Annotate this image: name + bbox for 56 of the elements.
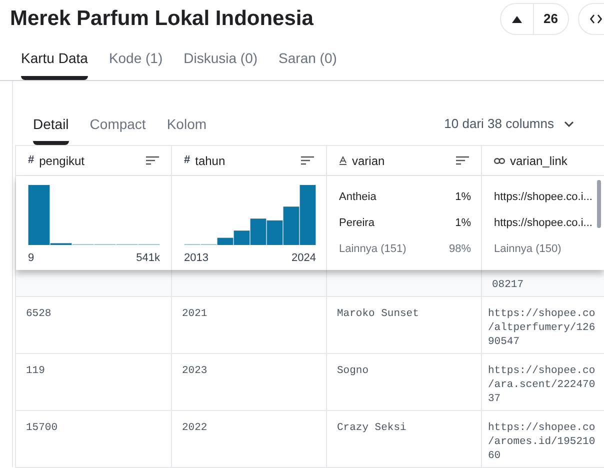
range-min: 2013 (184, 251, 208, 266)
other-values: Lainnya (151) (339, 242, 406, 257)
sort-icon[interactable] (146, 156, 159, 165)
column-name: varian (352, 152, 385, 170)
table-cell: 2021 (182, 307, 208, 321)
range-min: 9 (28, 251, 34, 266)
table-cell: 2023 (182, 364, 208, 378)
view-tab[interactable]: Detail (33, 103, 69, 145)
column-name: varian_link (510, 152, 568, 170)
category-value: https://shopee.co.i... (494, 190, 592, 205)
table-cell: https://shopee.co /altperfumery/126 90547 (488, 307, 596, 349)
table-cell: Crazy Seksi (337, 421, 406, 435)
upvote-control[interactable]: 26 (500, 3, 569, 35)
column-header[interactable]: # tahun (172, 146, 327, 175)
table-cell: 6528 (26, 307, 52, 321)
table-cell: 15700 (26, 421, 58, 435)
number-type-icon: # (184, 152, 190, 169)
table-cell: https://shopee.co /aromes.id/195210 60 (488, 421, 596, 463)
table-cell: https://shopee.co /ara.scent/222470 37 (488, 364, 596, 406)
tab[interactable]: Kode (1) (108, 36, 163, 80)
code-icon (590, 14, 602, 24)
text-type-icon (339, 156, 347, 165)
category-share: 1% (455, 216, 471, 231)
table-cell: Maroko Sunset (337, 307, 419, 321)
vote-count: 26 (542, 10, 559, 28)
view-tab[interactable]: Compact (90, 103, 146, 145)
column-header[interactable]: varian (327, 146, 482, 175)
category-share: 1% (455, 190, 471, 205)
table-cell: Sogno (337, 364, 369, 378)
other-values: Lainnya (150) (494, 242, 562, 257)
view-tab[interactable]: Kolom (166, 103, 207, 145)
sort-icon[interactable] (301, 156, 314, 165)
chevron-down-icon[interactable] (564, 121, 574, 127)
upvote-icon[interactable] (512, 16, 522, 22)
category-value: Pereira (339, 216, 374, 231)
category-value: https://shopee.co.i... (494, 216, 592, 231)
table-cell: 08217 (492, 278, 524, 292)
column-name: tahun (195, 152, 226, 170)
tab[interactable]: Kartu Data (21, 36, 88, 80)
table-cell: 119 (26, 364, 45, 378)
column-header[interactable]: # pengikut (16, 146, 172, 175)
link-icon (494, 158, 505, 164)
page-title: Merek Parfum Lokal Indonesia (10, 6, 314, 32)
category-share: 98% (448, 242, 471, 257)
column-count[interactable]: 10 dari 38 columns (444, 114, 554, 134)
column-header[interactable]: varian_link (482, 146, 603, 175)
table-cell: 2022 (182, 421, 208, 435)
category-value: Antheia (339, 190, 376, 205)
range-max: 541k (136, 251, 160, 266)
sort-icon[interactable] (456, 156, 469, 165)
range-max: 2024 (292, 251, 316, 266)
scrollbar[interactable] (597, 180, 601, 228)
column-name: pengikut (39, 152, 84, 170)
tab[interactable]: Saran (0) (278, 36, 337, 80)
number-type-icon: # (28, 152, 34, 169)
tab[interactable]: Diskusia (0) (184, 36, 258, 80)
